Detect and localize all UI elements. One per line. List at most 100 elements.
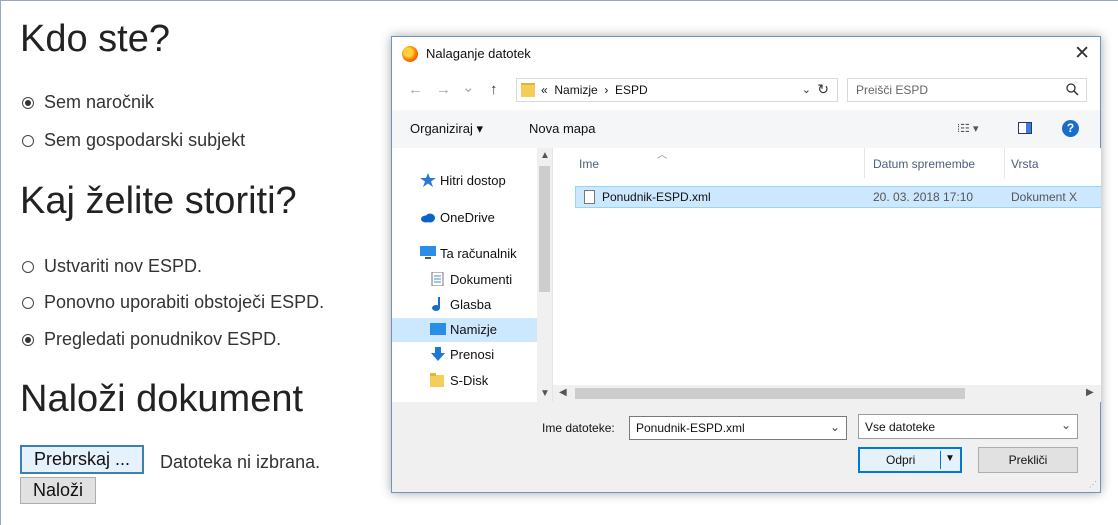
nav-label: S-Disk bbox=[450, 373, 489, 388]
filename-label: Ime datoteke: bbox=[542, 421, 615, 435]
action-title: Kaj želite storiti? bbox=[20, 180, 297, 222]
file-name[interactable]: Ponudnik-ESPD.xml bbox=[602, 190, 711, 204]
file-icon bbox=[584, 190, 595, 204]
nav-label: Prenosi bbox=[450, 347, 495, 362]
scroll-left-icon[interactable]: ◀ bbox=[559, 387, 567, 398]
scrollbar-thumb[interactable] bbox=[575, 388, 965, 399]
address-bar[interactable]: « Namizje › ESPD ⌄ ↻ bbox=[516, 78, 838, 102]
radio-button[interactable] bbox=[22, 134, 34, 147]
address-dropdown-icon[interactable]: ⌄ bbox=[802, 83, 811, 96]
up-arrow-icon[interactable]: ↑ bbox=[490, 81, 498, 98]
chevron-down-icon[interactable]: ⌄ bbox=[1061, 418, 1071, 432]
nav-pane-scrollbar[interactable]: ▲ ▼ bbox=[537, 148, 552, 402]
preview-pane-icon[interactable] bbox=[1018, 122, 1032, 134]
search-placeholder: Preišči ESPD bbox=[856, 83, 929, 97]
desktop-icon bbox=[430, 323, 446, 335]
document-icon bbox=[431, 272, 444, 286]
breadcrumb-separator: › bbox=[604, 83, 609, 97]
new-folder-button[interactable]: Nova mapa bbox=[529, 121, 595, 136]
file-date: 20. 03. 2018 17:10 bbox=[873, 190, 974, 204]
folder-icon bbox=[521, 83, 535, 97]
firefox-icon bbox=[402, 46, 418, 62]
nav-item-quick-access[interactable]: Hitri dostop bbox=[392, 169, 537, 193]
page-border bbox=[0, 0, 1118, 1]
search-icon[interactable] bbox=[1065, 82, 1079, 96]
radio-action-review[interactable]: Pregledati ponudnikov ESPD. bbox=[22, 329, 281, 350]
back-arrow-icon[interactable]: ← bbox=[408, 81, 423, 98]
address-prefix[interactable]: « bbox=[541, 83, 548, 97]
upload-button[interactable]: Naloži bbox=[20, 477, 97, 504]
caret-down-icon: ▼ bbox=[945, 453, 955, 464]
breadcrumb-espd[interactable]: ESPD bbox=[615, 83, 648, 97]
computer-icon bbox=[420, 246, 436, 259]
file-type: Dokument X bbox=[1011, 190, 1078, 204]
file-row[interactable]: Ponudnik-ESPD.xml 20. 03. 2018 17:10 Dok… bbox=[575, 186, 1101, 208]
radio-button-checked[interactable] bbox=[22, 96, 34, 109]
search-input[interactable]: Preišči ESPD bbox=[847, 78, 1087, 102]
nav-item-documents[interactable]: Dokumenti bbox=[392, 268, 537, 292]
filetype-select[interactable]: Vse datoteke ⌄ bbox=[858, 414, 1078, 439]
nav-item-desktop[interactable]: Namizje bbox=[392, 318, 537, 342]
nav-label: Dokumenti bbox=[450, 272, 513, 287]
radio-label: Pregledati ponudnikov ESPD. bbox=[44, 329, 282, 349]
radio-role-contracting[interactable]: Sem naročnik bbox=[22, 92, 154, 113]
address-path[interactable]: « Namizje › ESPD bbox=[541, 83, 648, 97]
nav-item-s-disk[interactable]: S-Disk bbox=[392, 369, 537, 393]
column-header-type[interactable]: Vrsta bbox=[1011, 157, 1039, 171]
scroll-right-icon[interactable]: ▶ bbox=[1086, 387, 1094, 398]
nav-item-downloads[interactable]: Prenosi bbox=[392, 343, 537, 367]
radio-role-economic[interactable]: Sem gospodarski subjekt bbox=[22, 130, 245, 151]
open-button[interactable]: Odpri ▼ bbox=[858, 447, 962, 473]
nav-label: Ta računalnik bbox=[440, 246, 517, 261]
horizontal-scrollbar[interactable]: ◀ ▶ bbox=[553, 385, 1101, 402]
help-icon[interactable]: ? bbox=[1062, 120, 1079, 137]
breadcrumb-namizje[interactable]: Namizje bbox=[554, 83, 597, 97]
nav-label: Glasba bbox=[450, 297, 492, 312]
organize-button[interactable]: Organiziraj ▾ bbox=[410, 121, 483, 137]
dialog-title: Nalaganje datotek bbox=[426, 46, 531, 61]
nav-label: Hitri dostop bbox=[440, 173, 506, 188]
navigation-bar: ← → ⌄ ↑ « Namizje › ESPD ⌄ ↻ Preišči ESP… bbox=[392, 70, 1100, 110]
browse-button[interactable]: Prebrskaj ... bbox=[20, 445, 145, 474]
file-open-dialog: Nalaganje datotek ✕ ← → ⌄ ↑ « Namizje › … bbox=[391, 36, 1101, 493]
nav-label: OneDrive bbox=[440, 210, 495, 225]
forward-arrow-icon[interactable]: → bbox=[436, 81, 451, 98]
scroll-down-icon[interactable]: ▼ bbox=[540, 388, 550, 399]
column-header-name[interactable]: Ime bbox=[579, 157, 599, 171]
nav-label: Namizje bbox=[450, 322, 497, 337]
radio-button[interactable] bbox=[22, 260, 34, 273]
open-split-dropdown[interactable]: ▼ bbox=[940, 451, 959, 469]
radio-button[interactable] bbox=[22, 296, 34, 309]
file-list-pane: Ime ︿ Datum spremembe Vrsta Ponudnik-ESP… bbox=[552, 148, 1101, 402]
download-icon bbox=[431, 347, 445, 361]
nav-item-onedrive[interactable]: OneDrive bbox=[392, 206, 537, 230]
scrollbar-thumb[interactable] bbox=[539, 166, 550, 292]
sort-ascending-icon: ︿ bbox=[657, 150, 667, 161]
filename-value[interactable]: Ponudnik-ESPD.xml bbox=[636, 421, 745, 435]
cancel-button[interactable]: Prekliči bbox=[978, 447, 1078, 473]
nav-item-this-pc[interactable]: Ta računalnik bbox=[392, 242, 537, 266]
refresh-icon[interactable]: ↻ bbox=[817, 81, 829, 98]
dialog-footer: Ime datoteke: Ponudnik-ESPD.xml ⌄ Vse da… bbox=[392, 402, 1100, 492]
upload-title: Naloži dokument bbox=[20, 378, 304, 420]
view-options-icon[interactable]: ⁞☷ ▾ bbox=[957, 122, 979, 135]
radio-action-reuse[interactable]: Ponovno uporabiti obstoječi ESPD. bbox=[22, 292, 324, 313]
star-icon bbox=[420, 173, 436, 187]
navigation-pane: Hitri dostop OneDrive Ta računalnik Doku… bbox=[392, 148, 552, 402]
radio-button-checked[interactable] bbox=[22, 333, 34, 346]
filename-input[interactable]: Ponudnik-ESPD.xml ⌄ bbox=[629, 416, 847, 440]
column-header-date[interactable]: Datum spremembe bbox=[873, 157, 975, 171]
who-title: Kdo ste? bbox=[20, 18, 170, 60]
column-divider[interactable] bbox=[864, 148, 865, 178]
command-toolbar: Organiziraj ▾ Nova mapa ⁞☷ ▾ ? bbox=[392, 110, 1100, 149]
scroll-up-icon[interactable]: ▲ bbox=[540, 150, 550, 161]
close-icon[interactable]: ✕ bbox=[1074, 42, 1090, 65]
dialog-titlebar: Nalaganje datotek ✕ bbox=[392, 37, 1100, 70]
chevron-down-icon[interactable]: ⌄ bbox=[830, 420, 840, 434]
recent-locations-icon[interactable]: ⌄ bbox=[462, 78, 475, 96]
radio-action-create[interactable]: Ustvariti nov ESPD. bbox=[22, 256, 202, 277]
music-icon bbox=[432, 297, 440, 311]
nav-item-music[interactable]: Glasba bbox=[392, 293, 537, 317]
resize-grip-icon[interactable]: ⋰ bbox=[1089, 480, 1097, 489]
column-divider[interactable] bbox=[1004, 148, 1005, 178]
